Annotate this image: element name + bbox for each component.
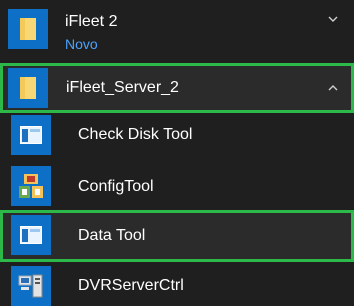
chevron-down-icon[interactable] [326,12,340,26]
chevron-up-icon[interactable] [326,81,340,95]
folder-icon [20,77,36,99]
app-label: ConfigTool [78,178,154,195]
config-app-icon [19,174,43,198]
app-check-disk-tool[interactable]: Check Disk Tool [0,112,354,158]
app-tile [11,166,51,206]
folder-icon [20,18,36,40]
group-title: iFleet_Server_2 [66,79,179,96]
app-tile [11,215,51,255]
folder-tile [8,68,48,108]
app-tile [11,115,51,155]
folder-tile [8,9,48,49]
window-icon [20,226,42,244]
app-label: Data Tool [78,227,146,244]
group-subtitle: Novo [65,36,98,52]
app-data-tool[interactable]: Data Tool [0,210,354,262]
app-configtool[interactable]: ConfigTool [0,162,354,208]
group-ifleet-2[interactable]: iFleet 2 Novo [0,0,354,58]
group-title: iFleet 2 [65,13,118,30]
window-icon [20,126,42,144]
app-dvrserverctrl[interactable]: DVRServerCtrl [0,262,354,306]
group-ifleet-server-2[interactable]: iFleet_Server_2 [0,63,354,113]
server-app-icon [18,274,43,298]
app-label: Check Disk Tool [78,126,193,143]
app-tile [11,266,51,306]
app-label: DVRServerCtrl [78,277,184,294]
